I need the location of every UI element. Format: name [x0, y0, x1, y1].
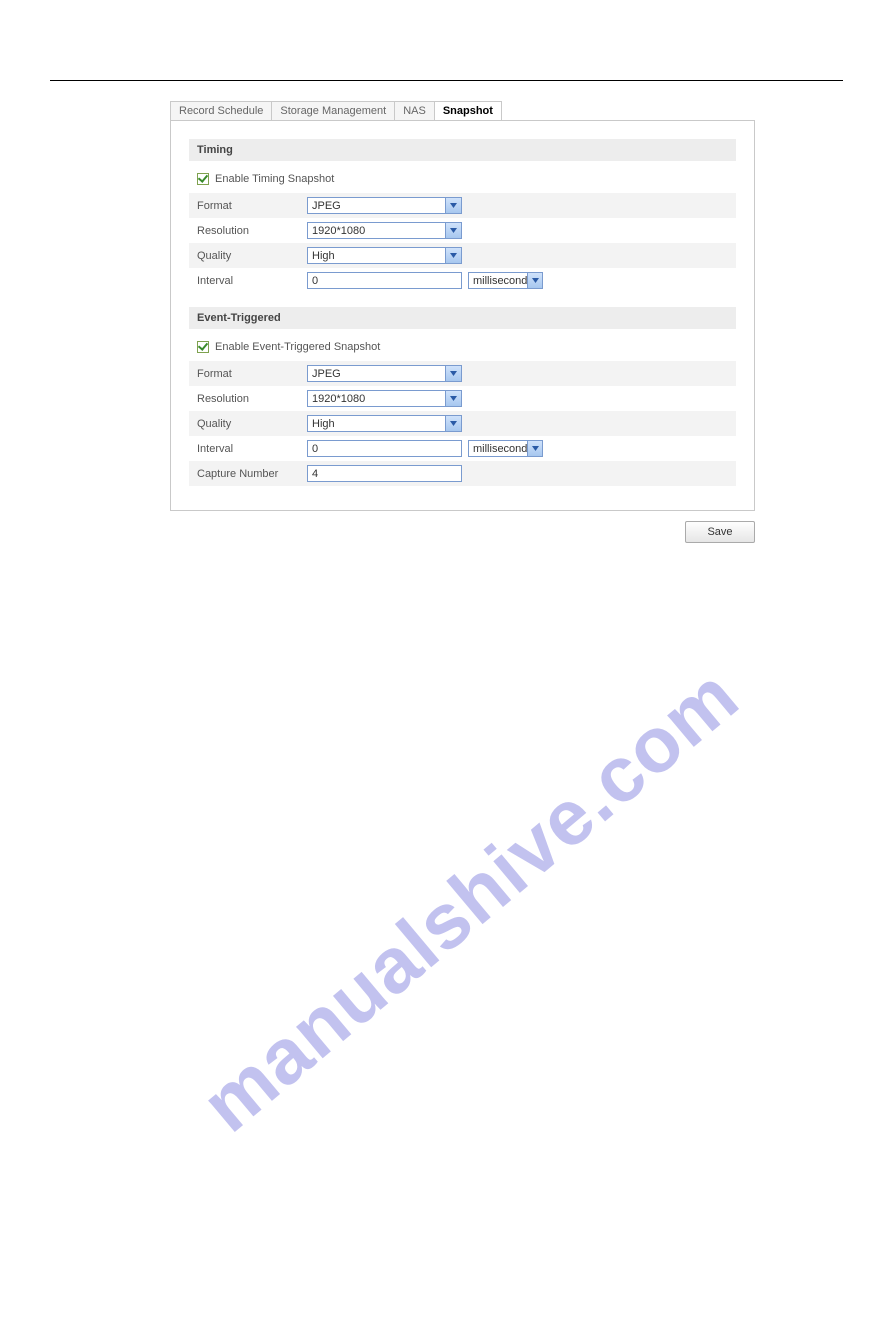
timing-resolution-value: 1920*1080	[312, 225, 365, 237]
event-capture-label: Capture Number	[197, 468, 307, 480]
chevron-down-icon	[445, 366, 461, 381]
event-quality-label: Quality	[197, 418, 307, 430]
event-format-row: Format JPEG	[189, 361, 736, 386]
timing-interval-unit: millisecond	[473, 275, 527, 287]
event-interval-unit: millisecond	[473, 443, 527, 455]
enable-timing-label: Enable Timing Snapshot	[215, 173, 334, 185]
enable-event-label: Enable Event-Triggered Snapshot	[215, 341, 380, 353]
timing-resolution-label: Resolution	[197, 225, 307, 237]
enable-event-row: Enable Event-Triggered Snapshot	[189, 341, 736, 361]
event-resolution-row: Resolution 1920*1080	[189, 386, 736, 411]
timing-quality-row: Quality High	[189, 243, 736, 268]
timing-interval-unit-select[interactable]: millisecond	[468, 272, 543, 289]
timing-interval-row: Interval 0 millisecond	[189, 268, 736, 293]
event-quality-row: Quality High	[189, 411, 736, 436]
tab-nas[interactable]: NAS	[394, 101, 435, 120]
timing-quality-value: High	[312, 250, 335, 262]
chevron-down-icon	[445, 223, 461, 238]
chevron-down-icon	[527, 273, 542, 288]
timing-resolution-row: Resolution 1920*1080	[189, 218, 736, 243]
tab-bar: Record Schedule Storage Management NAS S…	[170, 101, 755, 120]
event-interval-value: 0	[312, 443, 318, 455]
event-format-select[interactable]: JPEG	[307, 365, 462, 382]
watermark-text: manualshive.com	[184, 650, 755, 1150]
timing-quality-select[interactable]: High	[307, 247, 462, 264]
event-interval-row: Interval 0 millisecond	[189, 436, 736, 461]
event-capture-input[interactable]: 4	[307, 465, 462, 482]
timing-section-header: Timing	[189, 139, 736, 161]
event-section-header: Event-Triggered	[189, 307, 736, 329]
event-interval-unit-select[interactable]: millisecond	[468, 440, 543, 457]
timing-format-label: Format	[197, 200, 307, 212]
tab-snapshot[interactable]: Snapshot	[434, 101, 502, 120]
chevron-down-icon	[445, 248, 461, 263]
chevron-down-icon	[445, 198, 461, 213]
event-interval-label: Interval	[197, 443, 307, 455]
page-divider	[50, 80, 843, 81]
event-resolution-label: Resolution	[197, 393, 307, 405]
timing-format-value: JPEG	[312, 200, 341, 212]
timing-interval-input[interactable]: 0	[307, 272, 462, 289]
event-resolution-value: 1920*1080	[312, 393, 365, 405]
chevron-down-icon	[527, 441, 542, 456]
timing-interval-value: 0	[312, 275, 318, 287]
timing-format-select[interactable]: JPEG	[307, 197, 462, 214]
event-quality-select[interactable]: High	[307, 415, 462, 432]
event-format-value: JPEG	[312, 368, 341, 380]
timing-format-row: Format JPEG	[189, 193, 736, 218]
chevron-down-icon	[445, 416, 461, 431]
timing-resolution-select[interactable]: 1920*1080	[307, 222, 462, 239]
save-row: Save	[170, 521, 755, 543]
snapshot-panel: Timing Enable Timing Snapshot Format JPE…	[170, 120, 755, 511]
event-resolution-select[interactable]: 1920*1080	[307, 390, 462, 407]
tab-record-schedule[interactable]: Record Schedule	[170, 101, 272, 120]
save-button[interactable]: Save	[685, 521, 755, 543]
enable-timing-checkbox[interactable]	[197, 173, 209, 185]
enable-timing-row: Enable Timing Snapshot	[189, 173, 736, 193]
chevron-down-icon	[445, 391, 461, 406]
timing-interval-label: Interval	[197, 275, 307, 287]
timing-quality-label: Quality	[197, 250, 307, 262]
event-capture-value: 4	[312, 468, 318, 480]
event-capture-row: Capture Number 4	[189, 461, 736, 486]
enable-event-checkbox[interactable]	[197, 341, 209, 353]
event-format-label: Format	[197, 368, 307, 380]
event-interval-input[interactable]: 0	[307, 440, 462, 457]
tab-storage-management[interactable]: Storage Management	[271, 101, 395, 120]
event-quality-value: High	[312, 418, 335, 430]
snapshot-settings-container: Record Schedule Storage Management NAS S…	[170, 101, 755, 543]
